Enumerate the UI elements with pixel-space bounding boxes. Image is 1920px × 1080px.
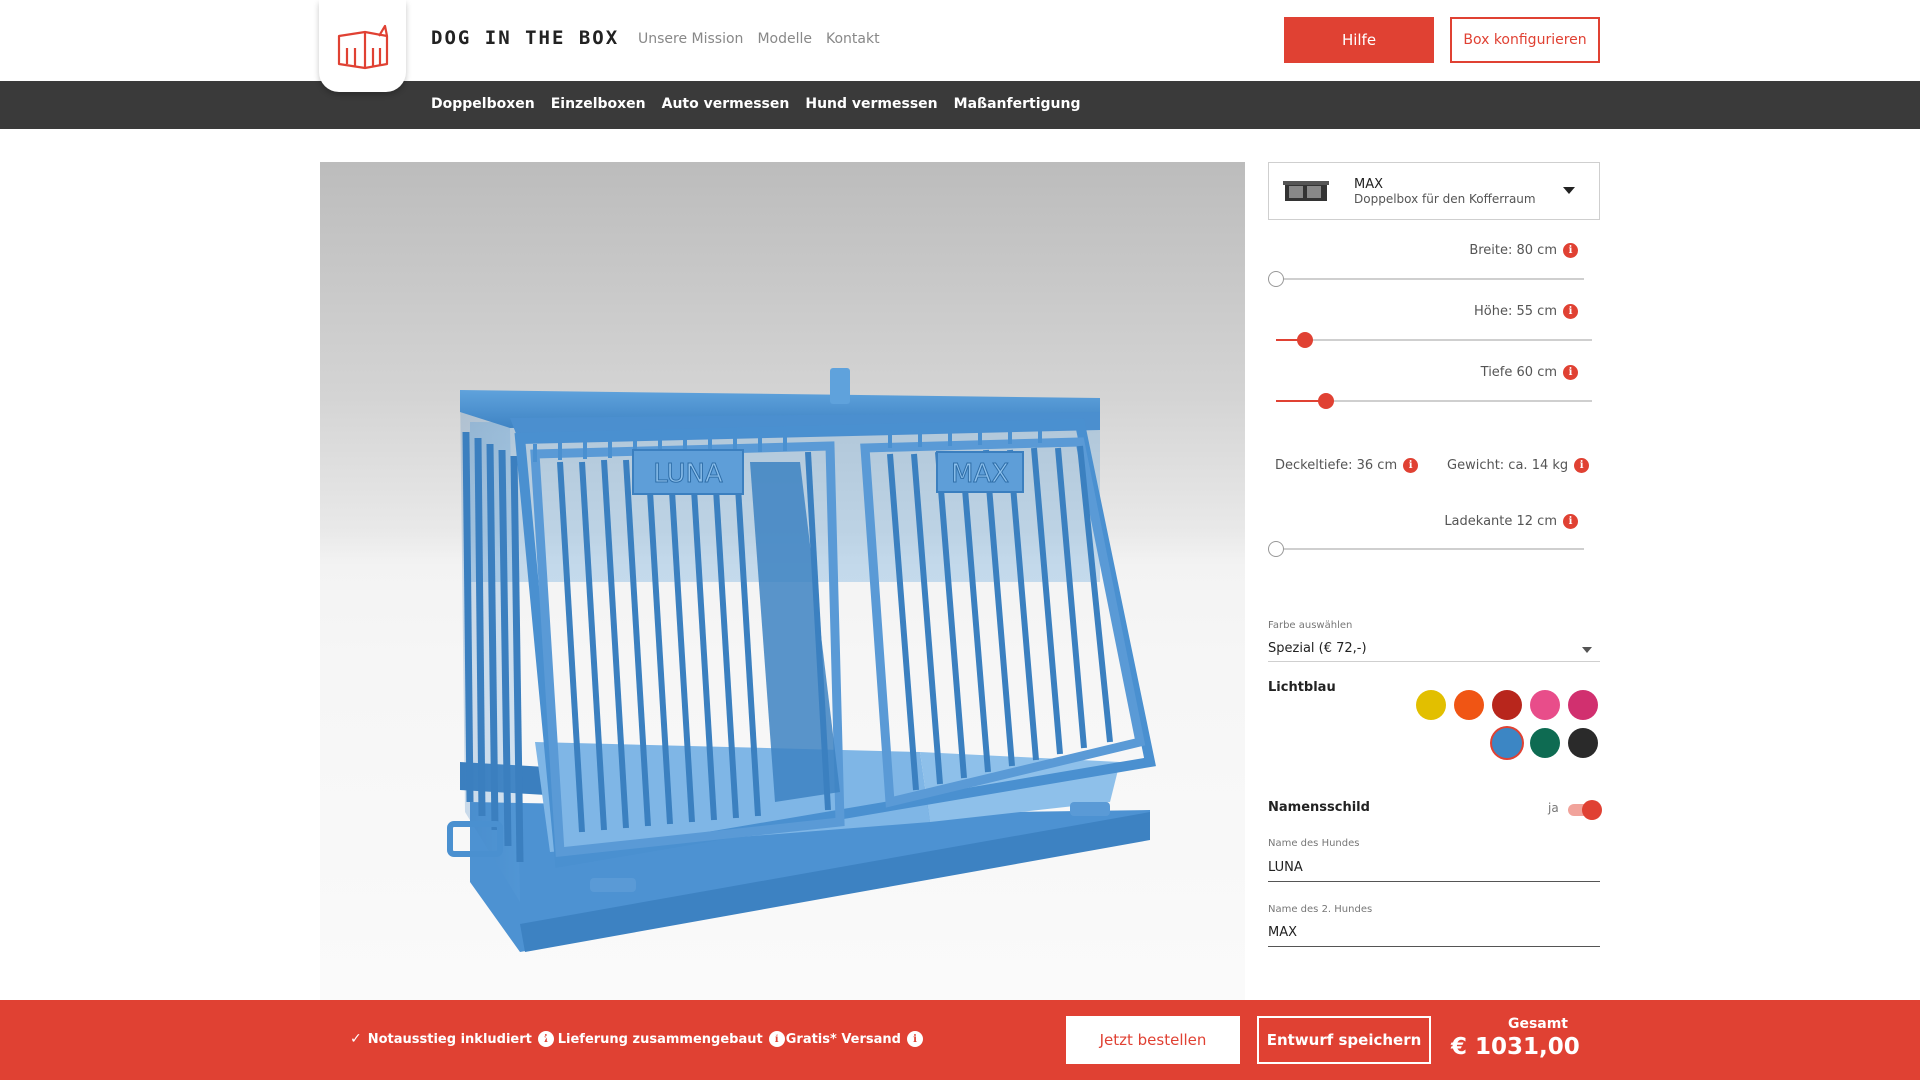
info-icon[interactable]: i [1563,304,1578,319]
color-swatch[interactable] [1492,690,1522,720]
nameplate-right: MAX [951,459,1009,489]
ladekante-label: Ladekante 12 cm i [1444,514,1578,529]
box-thumbnail-icon [1283,181,1329,201]
slider-handle[interactable] [1318,393,1334,409]
slider-handle[interactable] [1268,541,1284,557]
selected-color-name: Lichtblau [1268,680,1336,695]
nav-modelle[interactable]: Modelle [757,31,812,47]
info-icon[interactable]: i [1563,514,1578,529]
slider-handle[interactable] [1268,271,1284,287]
info-icon[interactable]: i [1563,365,1578,380]
model-description: Doppelbox für den Kofferraum [1354,192,1536,206]
check-icon: ✓ [350,1031,362,1047]
color-select[interactable]: Spezial (€ 72,-) [1268,636,1600,662]
feature-notausstieg: ✓ Notausstieg inkludiert i [350,1031,554,1047]
subnav-massanfertigung[interactable]: Maßanfertigung [954,96,1081,112]
check-icon: ✓ [768,1031,780,1047]
order-bar: ✓ Notausstieg inkludiert i ✓ Lieferung z… [0,1000,1920,1080]
tiefe-label: Tiefe 60 cm i [1481,365,1578,380]
logo[interactable] [319,0,406,92]
nameplate-toggle[interactable] [1568,800,1602,820]
info-icon[interactable]: i [1563,243,1578,258]
subnav-einzelboxen[interactable]: Einzelboxen [551,96,646,112]
nameplate-label: Namensschild [1268,800,1370,815]
logo-box-icon [337,24,388,70]
subnav-auto-vermessen[interactable]: Auto vermessen [662,96,790,112]
color-swatch[interactable] [1492,728,1522,758]
chevron-down-icon [1582,647,1592,653]
color-swatch[interactable] [1568,690,1598,720]
dog1-name-input[interactable] [1268,854,1600,882]
check-icon: ✓ [540,1031,552,1047]
tiefe-slider[interactable] [1276,393,1592,409]
ladekante-slider[interactable] [1268,541,1584,557]
top-nav: Unsere Mission Modelle Kontakt [638,31,880,47]
configure-box-button[interactable]: Box konfigurieren [1450,17,1600,63]
total-label: Gesamt [1507,1016,1568,1032]
toggle-state-text: ja [1548,801,1559,815]
dog-box-render: LUNA MAX [447,368,1156,952]
feature-lieferung: ✓ Lieferung zusammengebaut i [540,1031,785,1047]
color-swatch[interactable] [1568,728,1598,758]
feature-versand: ✓ Gratis* Versand i [768,1031,923,1047]
help-button[interactable]: Hilfe [1284,17,1434,63]
nav-unsere-mission[interactable]: Unsere Mission [638,31,743,47]
deckeltiefe-info: Deckeltiefe: 36 cm i [1275,458,1419,473]
slider-handle[interactable] [1297,332,1313,348]
dog2-label: Name des 2. Hundes [1268,904,1373,915]
subnav-doppelboxen[interactable]: Doppelboxen [431,96,535,112]
order-now-button[interactable]: Jetzt bestellen [1066,1016,1240,1064]
total-price: € 1031,00 [1451,1034,1580,1060]
info-icon[interactable]: i [906,1031,923,1047]
subnav-hund-vermessen[interactable]: Hund vermessen [805,96,937,112]
site-header: DOG IN THE BOX Unsere Mission Modelle Ko… [0,0,1920,92]
save-draft-button[interactable]: Entwurf speichern [1257,1016,1431,1064]
dog1-label: Name des Hundes [1268,838,1360,849]
breite-label: Breite: 80 cm i [1469,243,1578,258]
color-swatch[interactable] [1454,690,1484,720]
nav-kontakt[interactable]: Kontakt [826,31,880,47]
model-select[interactable]: MAX Doppelbox für den Kofferraum [1268,162,1600,220]
breite-slider[interactable] [1268,271,1584,287]
color-swatch[interactable] [1530,728,1560,758]
brand-name[interactable]: DOG IN THE BOX [431,27,619,49]
box-3d-viewer[interactable]: LUNA MAX [320,162,1245,1002]
color-swatch[interactable] [1416,690,1446,720]
info-icon[interactable]: i [1574,458,1590,473]
info-icon[interactable]: i [1403,458,1419,473]
config-panel: MAX Doppelbox für den Kofferraum Breite:… [1268,162,1602,992]
hoehe-label: Höhe: 55 cm i [1474,304,1578,319]
hoehe-slider[interactable] [1276,332,1592,348]
dog2-name-input[interactable] [1268,919,1600,947]
color-select-label: Farbe auswählen [1268,620,1353,631]
chevron-down-icon [1563,187,1575,194]
category-nav: Doppelboxen Einzelboxen Auto vermessen H… [0,81,1920,129]
gewicht-info: Gewicht: ca. 14 kg i [1447,458,1590,473]
color-swatch[interactable] [1530,690,1560,720]
nameplate-left: LUNA [653,459,723,489]
model-name: MAX [1354,177,1384,192]
